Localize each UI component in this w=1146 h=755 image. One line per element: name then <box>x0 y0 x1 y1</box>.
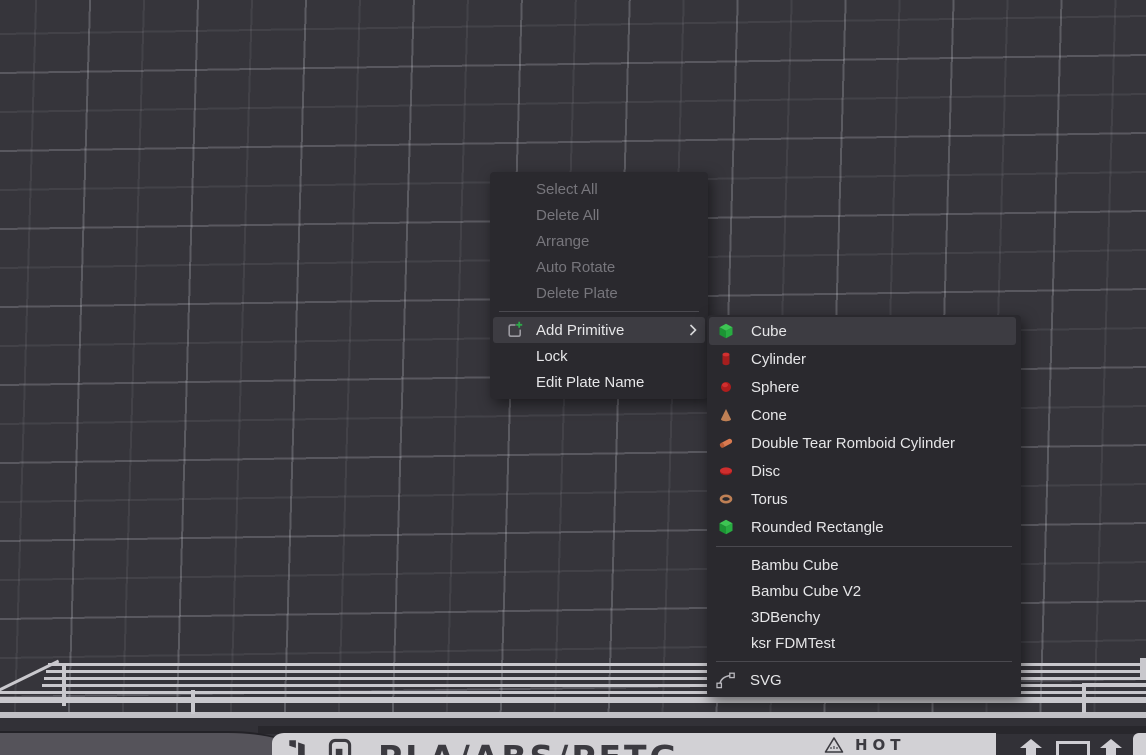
bezier-curve-icon <box>716 672 736 689</box>
submenu-item-3dbenchy[interactable]: 3DBenchy <box>709 604 1016 630</box>
submenu-item-label: Cylinder <box>751 351 806 368</box>
menu-item-delete-all: Delete All <box>493 202 705 228</box>
plate-edge-line <box>0 697 1146 703</box>
plate-corner-handle <box>0 731 298 755</box>
plate-badge-icon <box>328 738 352 755</box>
plate-corner-bracket <box>1082 683 1146 686</box>
menu-item-label: Auto Rotate <box>536 259 615 276</box>
menu-item-label: Delete All <box>536 207 599 224</box>
submenu-item-label: Cone <box>751 407 787 424</box>
cube-icon <box>718 323 734 339</box>
menu-item-label: Lock <box>536 348 568 365</box>
disc-icon <box>718 463 734 479</box>
submenu-item-cone[interactable]: Cone <box>709 401 1016 429</box>
build-plate-label-bar: PLA/ABS/PETG HOT <box>272 733 996 755</box>
add-primitive-icon <box>493 321 536 340</box>
submenu-item-double-tear-romboid-cylinder[interactable]: Double Tear Romboid Cylinder <box>709 429 1016 457</box>
submenu-item-bambu-cube[interactable]: Bambu Cube <box>709 552 1016 578</box>
add-primitive-submenu: Cube Cylinder Sphere <box>707 315 1021 697</box>
submenu-item-label: Bambu Cube V2 <box>751 583 861 600</box>
menu-item-label: Add Primitive <box>536 322 689 339</box>
hot-label: HOT <box>855 736 906 754</box>
menu-item-add-primitive[interactable]: Add Primitive <box>493 317 705 343</box>
torus-icon <box>718 491 734 507</box>
romboid-cylinder-icon <box>718 435 734 451</box>
menu-item-arrange: Arrange <box>493 228 705 254</box>
plate-front-arrow-icon <box>1018 739 1044 755</box>
chevron-right-icon <box>689 324 697 336</box>
rounded-rectangle-icon <box>718 519 734 535</box>
menu-item-label: Arrange <box>536 233 589 250</box>
submenu-item-rounded-rectangle[interactable]: Rounded Rectangle <box>709 513 1016 541</box>
hot-warning: HOT <box>824 736 906 754</box>
plate-edge-tick <box>191 690 195 714</box>
plate-front-square-icon <box>1056 741 1090 755</box>
warning-triangle-icon <box>824 736 844 754</box>
submenu-item-label: Bambu Cube <box>751 557 839 574</box>
submenu-item-label: Rounded Rectangle <box>751 519 884 536</box>
submenu-item-cylinder[interactable]: Cylinder <box>709 345 1016 373</box>
menu-item-lock[interactable]: Lock <box>493 343 705 369</box>
menu-item-edit-plate-name[interactable]: Edit Plate Name <box>493 369 705 395</box>
plate-material-label: PLA/ABS/PETG <box>378 738 680 755</box>
submenu-item-disc[interactable]: Disc <box>709 457 1016 485</box>
submenu-item-label: ksr FDMTest <box>751 635 835 652</box>
submenu-item-label: Sphere <box>751 379 799 396</box>
plate-corner-piece <box>1133 733 1146 755</box>
submenu-item-ksr-fdmtest[interactable]: ksr FDMTest <box>709 630 1016 656</box>
menu-item-label: Select All <box>536 181 598 198</box>
submenu-item-torus[interactable]: Torus <box>709 485 1016 513</box>
plate-front-arrow-icon <box>1098 739 1124 755</box>
submenu-item-bambu-cube-v2[interactable]: Bambu Cube V2 <box>709 578 1016 604</box>
submenu-separator <box>716 546 1012 547</box>
submenu-item-label: SVG <box>750 672 782 689</box>
submenu-item-label: Torus <box>751 491 788 508</box>
cylinder-icon <box>718 351 734 367</box>
sphere-icon <box>718 379 734 395</box>
submenu-item-svg[interactable]: SVG <box>709 667 1016 693</box>
submenu-item-label: Disc <box>751 463 780 480</box>
plate-corner-bracket <box>1082 683 1086 713</box>
submenu-item-sphere[interactable]: Sphere <box>709 373 1016 401</box>
cone-icon <box>718 407 734 423</box>
menu-item-delete-plate: Delete Plate <box>493 280 705 306</box>
menu-item-label: Edit Plate Name <box>536 374 644 391</box>
submenu-item-label: 3DBenchy <box>751 609 820 626</box>
menu-item-select-all: Select All <box>493 176 705 202</box>
submenu-separator <box>716 661 1012 662</box>
bambu-logo-icon <box>286 738 308 755</box>
context-menu: Select All Delete All Arrange Auto Rotat… <box>490 172 708 399</box>
submenu-item-label: Double Tear Romboid Cylinder <box>751 435 955 452</box>
submenu-item-cube[interactable]: Cube <box>709 317 1016 345</box>
menu-separator <box>499 311 699 312</box>
menu-item-auto-rotate: Auto Rotate <box>493 254 705 280</box>
3d-viewport[interactable]: PLA/ABS/PETG HOT Select All Delete All A… <box>0 0 1146 755</box>
plate-edge-notch <box>1140 658 1146 678</box>
plate-edge-tick <box>62 664 66 706</box>
menu-item-label: Delete Plate <box>536 285 618 302</box>
submenu-item-label: Cube <box>751 323 787 340</box>
